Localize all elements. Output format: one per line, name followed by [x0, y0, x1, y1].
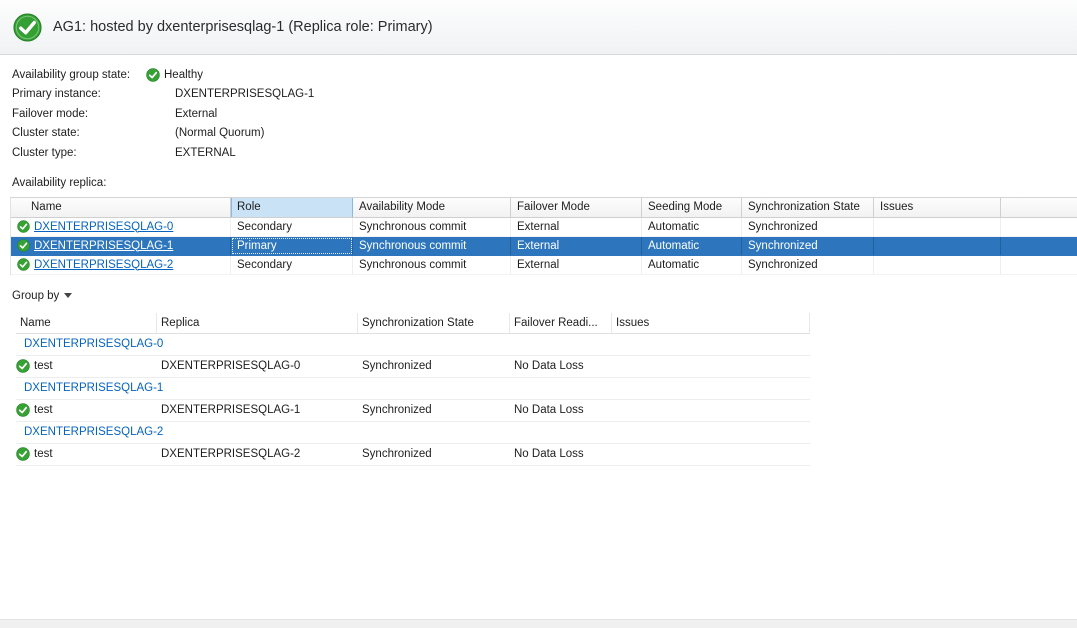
summary-label: Cluster type:	[12, 147, 146, 159]
replica-failover-mode-cell: External	[511, 256, 642, 274]
replica-name-link[interactable]: DXENTERPRISESQLAG-2	[34, 256, 173, 274]
summary-value: Healthy	[164, 69, 203, 81]
replica-role-cell: Secondary	[231, 256, 353, 274]
database-grid: Name Replica Synchronization State Failo…	[16, 313, 810, 466]
summary-row-primary-instance: Primary instance: DXENTERPRISESQLAG-1	[12, 85, 1077, 105]
database-sync-state-cell: Synchronized	[358, 444, 510, 465]
summary-value: (Normal Quorum)	[175, 127, 264, 139]
summary-value: EXTERNAL	[175, 147, 236, 159]
summary-label: Cluster state:	[12, 127, 146, 139]
database-group-header[interactable]: DXENTERPRISESQLAG-0	[16, 334, 810, 356]
summary-label: Availability group state:	[12, 69, 146, 81]
database-name: test	[34, 444, 53, 465]
summary-value: External	[175, 108, 217, 120]
database-replica-cell: DXENTERPRISESQLAG-1	[157, 400, 358, 421]
replica-availability-mode-cell: Synchronous commit	[353, 256, 511, 274]
database-sync-state-cell: Synchronized	[358, 400, 510, 421]
database-failover-readiness-cell: No Data Loss	[510, 400, 612, 421]
replica-row[interactable]: DXENTERPRISESQLAG-0 Secondary Synchronou…	[11, 218, 1077, 237]
column-header-name[interactable]: Name	[11, 198, 231, 217]
group-by-label: Group by	[12, 290, 59, 302]
availability-replica-label: Availability replica:	[12, 177, 1077, 189]
column-header-db-sync-state[interactable]: Synchronization State	[358, 313, 510, 333]
replica-seeding-mode-cell: Automatic	[642, 237, 742, 255]
page-title: AG1: hosted by dxenterprisesqlag-1 (Repl…	[53, 19, 433, 35]
column-header-failover-mode[interactable]: Failover Mode	[511, 198, 642, 217]
column-header-role[interactable]: Role	[231, 198, 353, 217]
database-ok-icon	[16, 403, 30, 417]
replica-row-selected[interactable]: DXENTERPRISESQLAG-1 Primary Synchronous …	[11, 237, 1077, 256]
database-ok-icon	[16, 447, 30, 461]
database-failover-readiness-cell: No Data Loss	[510, 356, 612, 377]
database-ok-icon	[16, 359, 30, 373]
healthy-status-icon	[146, 68, 160, 82]
summary-row-cluster-type: Cluster type: EXTERNAL	[12, 143, 1077, 163]
replica-sync-state-cell: Synchronized	[742, 237, 874, 255]
group-by-dropdown[interactable]: Group by	[12, 290, 72, 302]
database-row[interactable]: test DXENTERPRISESQLAG-1 Synchronized No…	[16, 400, 810, 422]
availability-replica-grid: Name Role Availability Mode Failover Mod…	[10, 197, 1077, 275]
replica-row[interactable]: DXENTERPRISESQLAG-2 Secondary Synchronou…	[11, 256, 1077, 275]
column-header-issues[interactable]: Issues	[874, 198, 1001, 217]
replica-ok-icon	[17, 239, 30, 252]
database-group-header[interactable]: DXENTERPRISESQLAG-2	[16, 422, 810, 444]
replica-failover-mode-cell: External	[511, 218, 642, 236]
summary-row-group-state: Availability group state: Healthy	[12, 65, 1077, 85]
column-header-filler	[1001, 198, 1077, 217]
database-name: test	[34, 400, 53, 421]
replica-issues-cell	[874, 256, 1001, 274]
database-sync-state-cell: Synchronized	[358, 356, 510, 377]
replica-name-link[interactable]: DXENTERPRISESQLAG-1	[34, 237, 173, 255]
replica-name-link[interactable]: DXENTERPRISESQLAG-0	[34, 218, 173, 236]
ag-healthy-status-icon	[13, 13, 42, 42]
column-header-availability-mode[interactable]: Availability Mode	[353, 198, 511, 217]
summary-value: DXENTERPRISESQLAG-1	[175, 88, 314, 100]
column-header-db-name[interactable]: Name	[16, 313, 157, 333]
summary-label: Primary instance:	[12, 88, 146, 100]
database-row[interactable]: test DXENTERPRISESQLAG-2 Synchronized No…	[16, 444, 810, 466]
replica-seeding-mode-cell: Automatic	[642, 218, 742, 236]
replica-ok-icon	[17, 220, 30, 233]
summary-row-failover-mode: Failover mode: External	[12, 104, 1077, 124]
database-replica-cell: DXENTERPRISESQLAG-0	[157, 356, 358, 377]
replica-failover-mode-cell: External	[511, 237, 642, 255]
column-header-synchronization-state[interactable]: Synchronization State	[742, 198, 874, 217]
column-header-seeding-mode[interactable]: Seeding Mode	[642, 198, 742, 217]
replica-issues-cell	[874, 237, 1001, 255]
dashboard-header: AG1: hosted by dxenterprisesqlag-1 (Repl…	[0, 0, 1077, 55]
replica-role-cell: Primary	[231, 237, 353, 255]
replica-ok-icon	[17, 258, 30, 271]
database-replica-cell: DXENTERPRISESQLAG-2	[157, 444, 358, 465]
database-grid-header: Name Replica Synchronization State Failo…	[16, 313, 810, 334]
summary-label: Failover mode:	[12, 108, 146, 120]
chevron-down-icon	[64, 293, 72, 298]
replica-availability-mode-cell: Synchronous commit	[353, 218, 511, 236]
summary-panel: Availability group state: Healthy Primar…	[0, 55, 1077, 163]
replica-grid-header: Name Role Availability Mode Failover Mod…	[11, 198, 1077, 218]
horizontal-scrollbar[interactable]	[0, 619, 1077, 628]
replica-availability-mode-cell: Synchronous commit	[353, 237, 511, 255]
column-header-db-failover-readiness[interactable]: Failover Readi...	[510, 313, 612, 333]
database-name: test	[34, 356, 53, 377]
replica-role-cell: Secondary	[231, 218, 353, 236]
database-group-header[interactable]: DXENTERPRISESQLAG-1	[16, 378, 810, 400]
column-header-db-replica[interactable]: Replica	[157, 313, 358, 333]
replica-seeding-mode-cell: Automatic	[642, 256, 742, 274]
replica-issues-cell	[874, 218, 1001, 236]
database-row[interactable]: test DXENTERPRISESQLAG-0 Synchronized No…	[16, 356, 810, 378]
database-failover-readiness-cell: No Data Loss	[510, 444, 612, 465]
replica-sync-state-cell: Synchronized	[742, 218, 874, 236]
column-header-db-issues[interactable]: Issues	[612, 313, 810, 333]
replica-sync-state-cell: Synchronized	[742, 256, 874, 274]
summary-row-cluster-state: Cluster state: (Normal Quorum)	[12, 124, 1077, 144]
